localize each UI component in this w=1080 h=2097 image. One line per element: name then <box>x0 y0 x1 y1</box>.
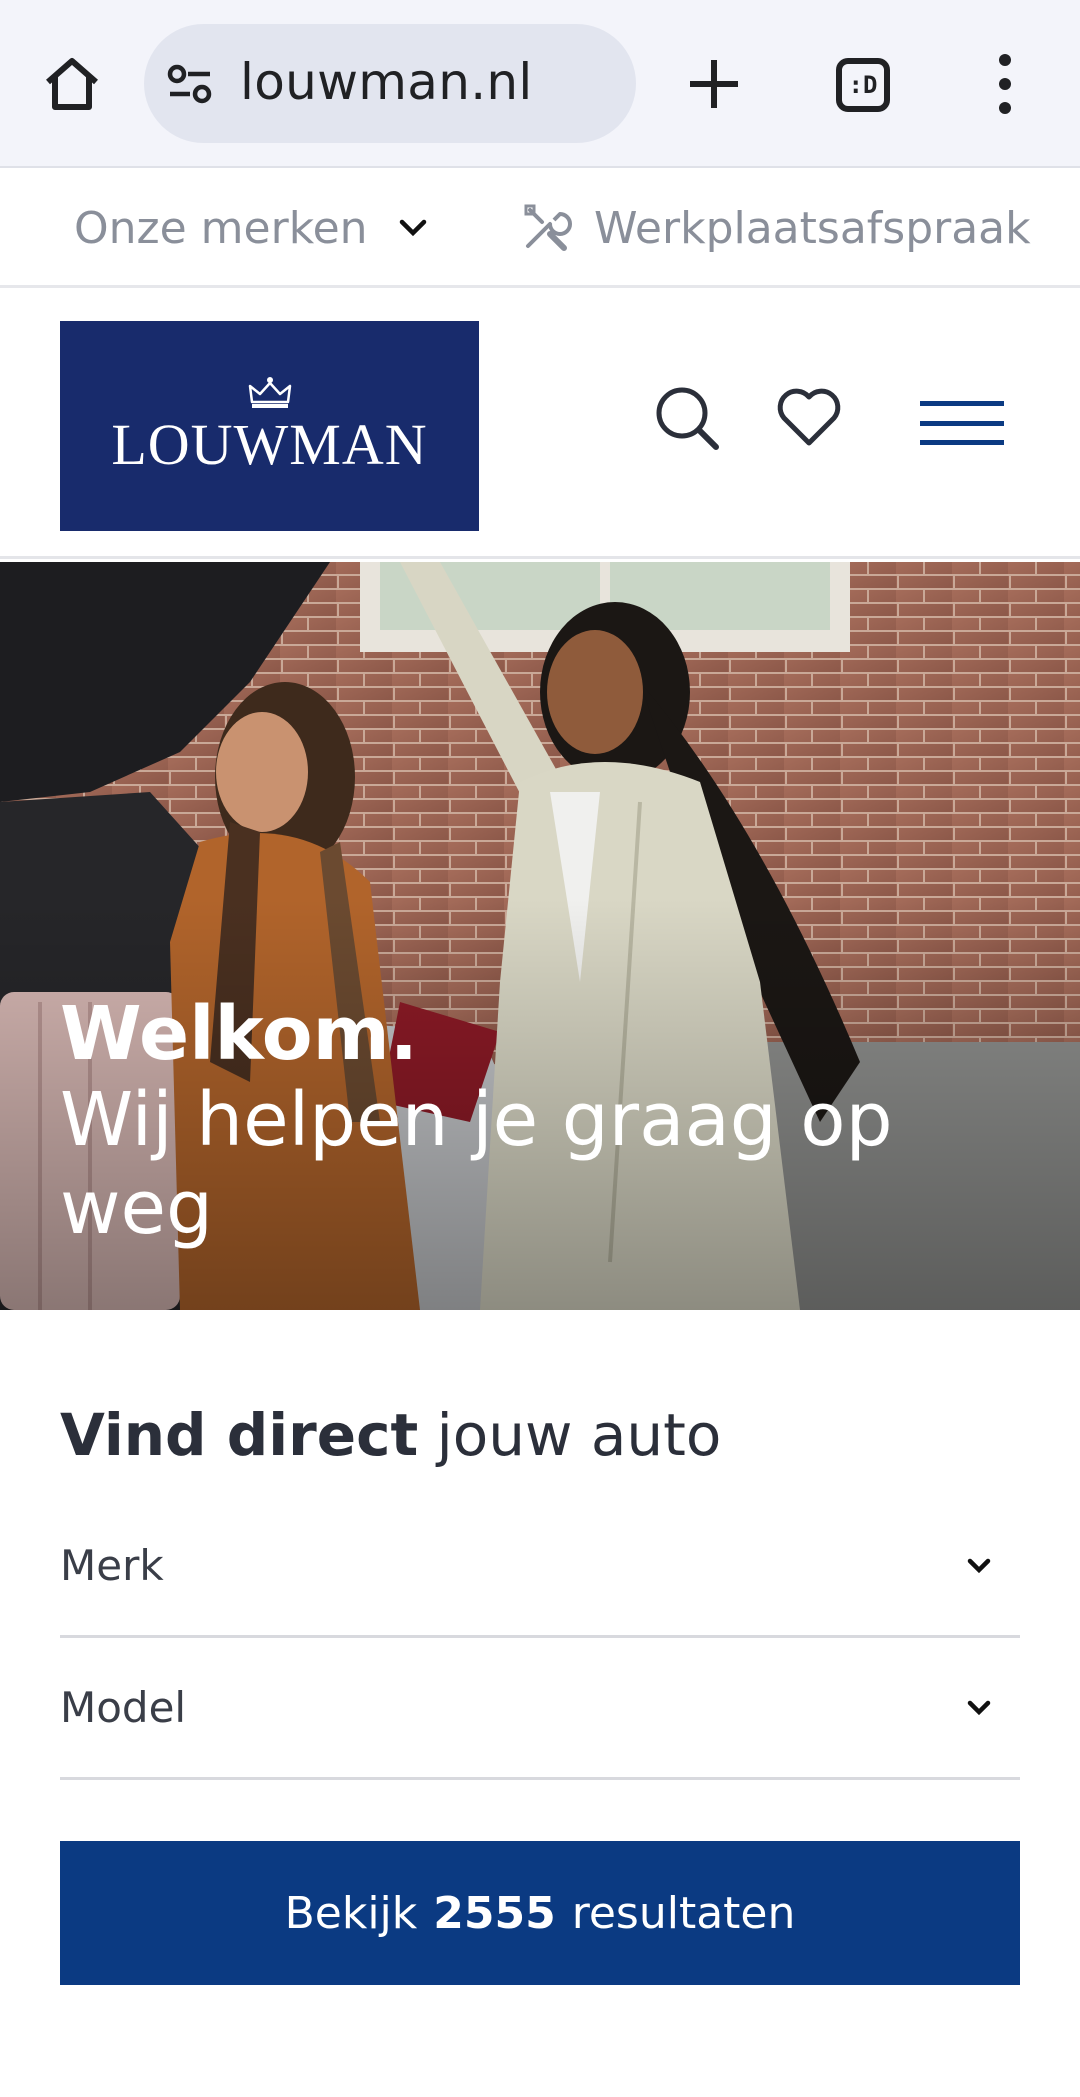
url-text: louwman.nl <box>240 53 533 111</box>
chevron-down-icon <box>399 219 426 237</box>
wrench-screwdriver-icon <box>524 204 572 251</box>
more-vert-icon[interactable] <box>990 54 1020 114</box>
site-header: LOUWMAN <box>0 291 1080 559</box>
tab-switcher-button[interactable]: :D <box>836 58 890 112</box>
results-count: 2555 <box>433 1887 556 1939</box>
louwman-logo[interactable]: LOUWMAN <box>60 321 479 531</box>
chevron-down-icon <box>967 1700 991 1715</box>
tab-switcher-icon: :D <box>848 71 878 99</box>
new-tab-button[interactable] <box>680 50 748 118</box>
crown-icon <box>248 377 291 408</box>
hero-banner: Welkom. Wij helpen je graag op weg <box>0 562 1080 1310</box>
hero-subtitle: Wij helpen je graag op weg <box>60 1077 893 1251</box>
brand-select[interactable]: Merk <box>60 1496 1020 1638</box>
chevron-down-icon <box>967 1558 991 1573</box>
tune-icon[interactable] <box>166 62 214 106</box>
workshop-appointment-link[interactable]: Werkplaatsafspraak <box>520 198 1031 258</box>
finder-title-bold: Vind direct <box>60 1401 419 1469</box>
model-select-label: Model <box>60 1683 187 1732</box>
view-results-button[interactable]: Bekijk 2555 resultaten <box>60 1841 1020 1985</box>
search-icon <box>656 387 719 450</box>
address-bar[interactable]: louwman.nl <box>144 24 636 143</box>
brands-label: Onze merken <box>74 202 368 254</box>
hero-title: Welkom. <box>60 991 418 1077</box>
home-button[interactable] <box>38 50 106 118</box>
top-subnav: Onze merken Werkplaatsafspraak <box>0 170 1080 288</box>
brands-dropdown[interactable]: Onze merken <box>74 198 428 258</box>
favorites-button[interactable] <box>774 383 844 453</box>
home-icon <box>46 58 98 110</box>
logo-text: LOUWMAN <box>111 412 428 477</box>
heart-icon <box>777 388 841 446</box>
cta-suffix: resultaten <box>571 1887 796 1939</box>
finder-title: Vind direct jouw auto <box>60 1400 721 1470</box>
cta-prefix: Bekijk <box>284 1887 418 1939</box>
workshop-label: Werkplaatsafspraak <box>594 202 1031 254</box>
search-button[interactable] <box>652 383 722 453</box>
browser-toolbar: louwman.nl :D <box>0 0 1080 168</box>
brand-select-label: Merk <box>60 1541 164 1590</box>
plus-icon <box>690 60 738 108</box>
finder-title-light: jouw auto <box>436 1401 722 1469</box>
model-select[interactable]: Model <box>60 1638 1020 1780</box>
hamburger-icon[interactable] <box>920 401 1004 445</box>
